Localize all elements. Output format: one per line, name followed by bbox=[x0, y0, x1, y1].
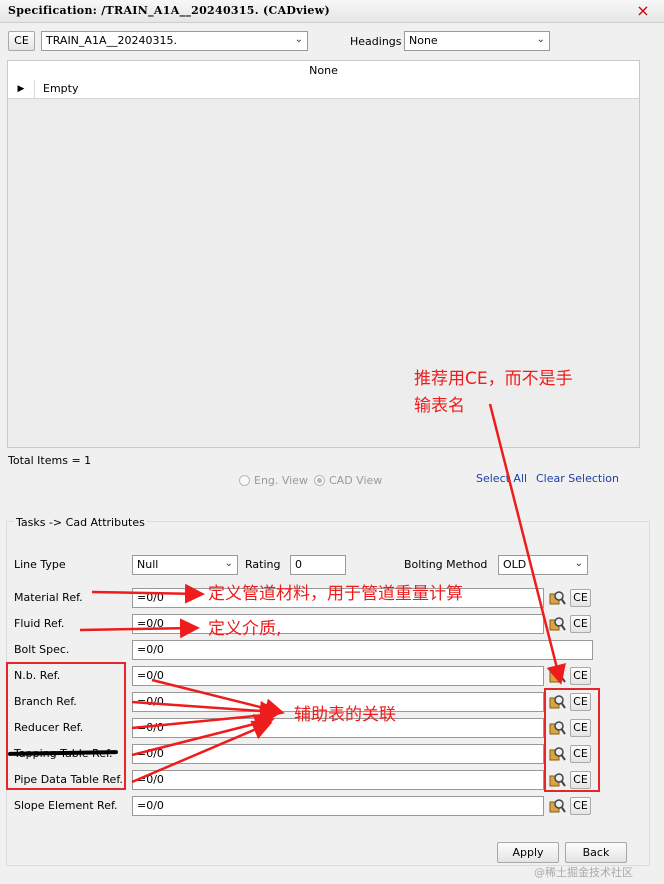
watermark: @稀土掘金技术社区 bbox=[534, 866, 633, 879]
annotation-arrows bbox=[79, 403, 567, 784]
annotation-recommend-line1: 推荐用CE，而不是手 bbox=[414, 369, 573, 389]
annotation-aux-note: 辅助表的关联 bbox=[294, 705, 396, 725]
annotation-fluid-note: 定义介质, bbox=[208, 619, 282, 639]
annotation-material-note: 定义管道材料，用于管道重量计算 bbox=[208, 584, 463, 604]
annotation-recommend-line2: 输表名 bbox=[414, 396, 465, 416]
